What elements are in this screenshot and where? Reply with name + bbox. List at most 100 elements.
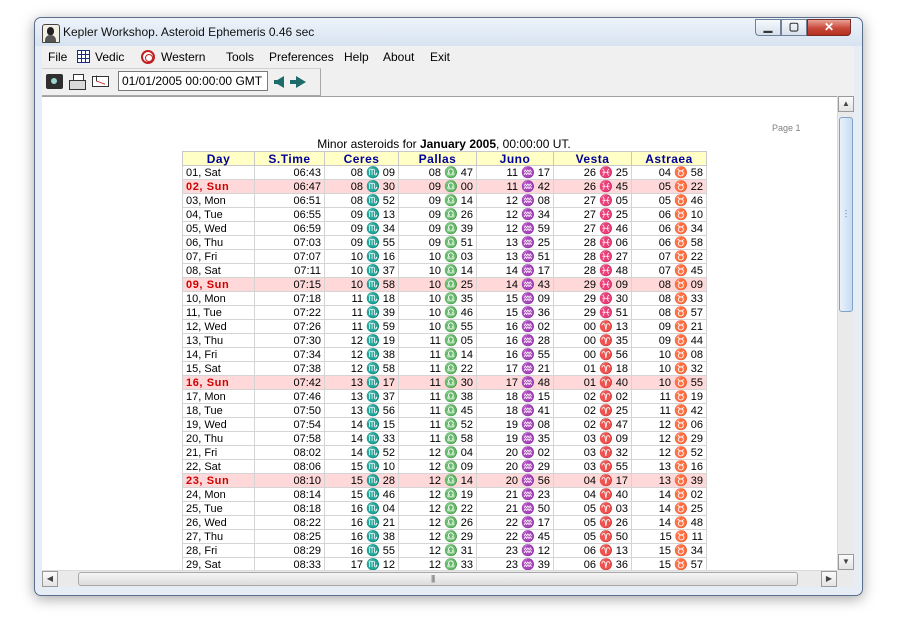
kepler-portrait-icon[interactable] bbox=[42, 24, 60, 43]
arrow-left-icon[interactable] bbox=[274, 76, 284, 88]
table-cell: 27, Thu bbox=[182, 529, 255, 544]
menu-tools[interactable]: Tools bbox=[226, 50, 254, 64]
table-cell: 14 ♏ 15 bbox=[324, 417, 399, 432]
scroll-up-button[interactable]: ▲ bbox=[838, 96, 854, 112]
vertical-scrollbar[interactable]: ▲ --- ▼ bbox=[837, 96, 854, 570]
scroll-left-button[interactable]: ◀ bbox=[42, 571, 58, 587]
table-cell: 07:34 bbox=[254, 347, 325, 362]
table-cell: 12 ♎ 29 bbox=[398, 529, 477, 544]
table-cell: 14 ♏ 33 bbox=[324, 431, 399, 446]
menu-preferences[interactable]: Preferences bbox=[269, 50, 334, 64]
table-cell: 10 ♎ 35 bbox=[398, 291, 477, 306]
table-cell: 12 ♎ 33 bbox=[398, 557, 477, 571]
table-cell: 10, Mon bbox=[182, 291, 255, 306]
table-cell: 23 ♒ 12 bbox=[476, 543, 554, 558]
column-header: S.Time bbox=[254, 151, 325, 166]
table-cell: 07 ♉ 45 bbox=[631, 263, 707, 278]
menu-exit[interactable]: Exit bbox=[430, 50, 450, 64]
menu-help[interactable]: Help bbox=[344, 50, 369, 64]
table-cell: 12 ♎ 04 bbox=[398, 445, 477, 460]
table-cell: 15 ♉ 57 bbox=[631, 557, 707, 571]
camera-icon[interactable] bbox=[46, 74, 63, 89]
table-cell: 08, Sat bbox=[182, 263, 255, 278]
table-cell: 05 ♉ 46 bbox=[631, 193, 707, 208]
maximize-button[interactable]: ▢ bbox=[781, 19, 807, 36]
vedic-grid-icon[interactable] bbox=[77, 50, 90, 63]
table-cell: 12 ♎ 26 bbox=[398, 515, 477, 530]
minimize-icon: ▁ bbox=[763, 21, 773, 33]
table-cell: 13 ♏ 17 bbox=[324, 375, 399, 390]
table-cell: 03 ♈ 32 bbox=[553, 445, 632, 460]
menu-file[interactable]: File bbox=[48, 50, 67, 64]
table-cell: 10 ♏ 16 bbox=[324, 249, 399, 264]
table-cell: 10 ♎ 25 bbox=[398, 277, 477, 292]
table-cell: 08:10 bbox=[254, 473, 325, 488]
table-cell: 00 ♈ 13 bbox=[553, 319, 632, 334]
scroll-down-button[interactable]: ▼ bbox=[838, 554, 854, 570]
table-cell: 05 ♉ 22 bbox=[631, 179, 707, 194]
table-cell: 03 ♈ 55 bbox=[553, 459, 632, 474]
datetime-input[interactable]: 01/01/2005 00:00:00 GMT bbox=[118, 71, 268, 91]
table-cell: 09 ♎ 26 bbox=[398, 207, 477, 222]
table-cell: 07, Fri bbox=[182, 249, 255, 264]
table-cell: 07:54 bbox=[254, 417, 325, 432]
table-cell: 01 ♈ 40 bbox=[553, 375, 632, 390]
table-cell: 14 ♉ 25 bbox=[631, 501, 707, 516]
table-cell: 06:51 bbox=[254, 193, 325, 208]
report-title: Minor asteroids for January 2005, 00:00:… bbox=[182, 137, 706, 151]
table-cell: 16 ♒ 28 bbox=[476, 333, 554, 348]
vertical-scroll-thumb[interactable]: --- bbox=[839, 117, 853, 312]
table-cell: 09 ♉ 44 bbox=[631, 333, 707, 348]
close-button[interactable]: ✕ bbox=[807, 19, 851, 36]
horizontal-scroll-thumb[interactable]: ||| bbox=[78, 572, 798, 586]
table-row: 08, Sat 07:11 10 ♏ 37 10 ♎ 14 14 ♒ 17 28 ♓ 48… bbox=[182, 263, 707, 278]
table-cell: 09 ♏ 13 bbox=[324, 207, 399, 222]
title-bar[interactable]: Kepler Workshop. Asteroid Ephemeris 0.46… bbox=[35, 18, 862, 46]
arrow-right-icon[interactable] bbox=[290, 76, 306, 88]
table-row: 05, Wed 06:59 09 ♏ 34 09 ♎ 39 12 ♒ 59 27 ♓ 46… bbox=[182, 221, 707, 236]
table-row: 07, Fri 07:07 10 ♏ 16 10 ♎ 03 13 ♒ 51 28 ♓ 27… bbox=[182, 249, 707, 264]
app-window: Kepler Workshop. Asteroid Ephemeris 0.46… bbox=[34, 17, 863, 596]
table-cell: 08:18 bbox=[254, 501, 325, 516]
table-cell: 11 ♒ 17 bbox=[476, 165, 554, 180]
scrollbar-corner bbox=[837, 570, 854, 587]
page-number: Page 1 bbox=[772, 123, 801, 133]
table-cell: 06 ♈ 36 bbox=[553, 557, 632, 571]
table-cell: 28 ♓ 48 bbox=[553, 263, 632, 278]
table-row: 11, Tue 07:22 11 ♏ 39 10 ♎ 46 15 ♒ 36 29 ♓ 51… bbox=[182, 305, 707, 320]
table-cell: 06 ♉ 10 bbox=[631, 207, 707, 222]
window-title: Kepler Workshop. Asteroid Ephemeris 0.46… bbox=[63, 25, 315, 39]
table-cell: 12 ♎ 22 bbox=[398, 501, 477, 516]
western-wheel-icon[interactable] bbox=[141, 50, 155, 64]
envelope-icon[interactable] bbox=[92, 76, 109, 87]
table-cell: 12 ♎ 09 bbox=[398, 459, 477, 474]
table-cell: 09 ♎ 39 bbox=[398, 221, 477, 236]
table-cell: 08:06 bbox=[254, 459, 325, 474]
table-cell: 29, Sat bbox=[182, 557, 255, 571]
scroll-right-button[interactable]: ▶ bbox=[821, 571, 837, 587]
table-row: 25, Tue 08:18 16 ♏ 04 12 ♎ 22 21 ♒ 50 05 ♈ 03… bbox=[182, 501, 707, 516]
column-header: Juno bbox=[476, 151, 554, 166]
menu-vedic[interactable]: Vedic bbox=[95, 50, 124, 64]
table-cell: 29 ♓ 51 bbox=[553, 305, 632, 320]
printer-icon[interactable] bbox=[69, 74, 86, 90]
table-cell: 28 ♓ 27 bbox=[553, 249, 632, 264]
column-header: Vesta bbox=[553, 151, 632, 166]
table-cell: 08 ♉ 09 bbox=[631, 277, 707, 292]
table-cell: 09 ♉ 21 bbox=[631, 319, 707, 334]
table-cell: 13 ♉ 16 bbox=[631, 459, 707, 474]
menu-western[interactable]: Western bbox=[161, 50, 205, 64]
table-cell: 10 ♉ 08 bbox=[631, 347, 707, 362]
table-cell: 09 ♏ 55 bbox=[324, 235, 399, 250]
menu-about[interactable]: About bbox=[383, 50, 414, 64]
table-cell: 08 ♏ 09 bbox=[324, 165, 399, 180]
horizontal-scrollbar[interactable]: ◀ ||| ▶ bbox=[42, 570, 837, 587]
table-cell: 14 ♒ 17 bbox=[476, 263, 554, 278]
table-cell: 13 ♉ 39 bbox=[631, 473, 707, 488]
table-cell: 07:18 bbox=[254, 291, 325, 306]
table-row: 29, Sat 08:33 17 ♏ 12 12 ♎ 33 23 ♒ 39 06 ♈ 36… bbox=[182, 557, 707, 571]
table-cell: 10 ♏ 37 bbox=[324, 263, 399, 278]
table-cell: 15 ♒ 09 bbox=[476, 291, 554, 306]
table-cell: 26 ♓ 25 bbox=[553, 165, 632, 180]
minimize-button[interactable]: ▁ bbox=[755, 19, 781, 36]
